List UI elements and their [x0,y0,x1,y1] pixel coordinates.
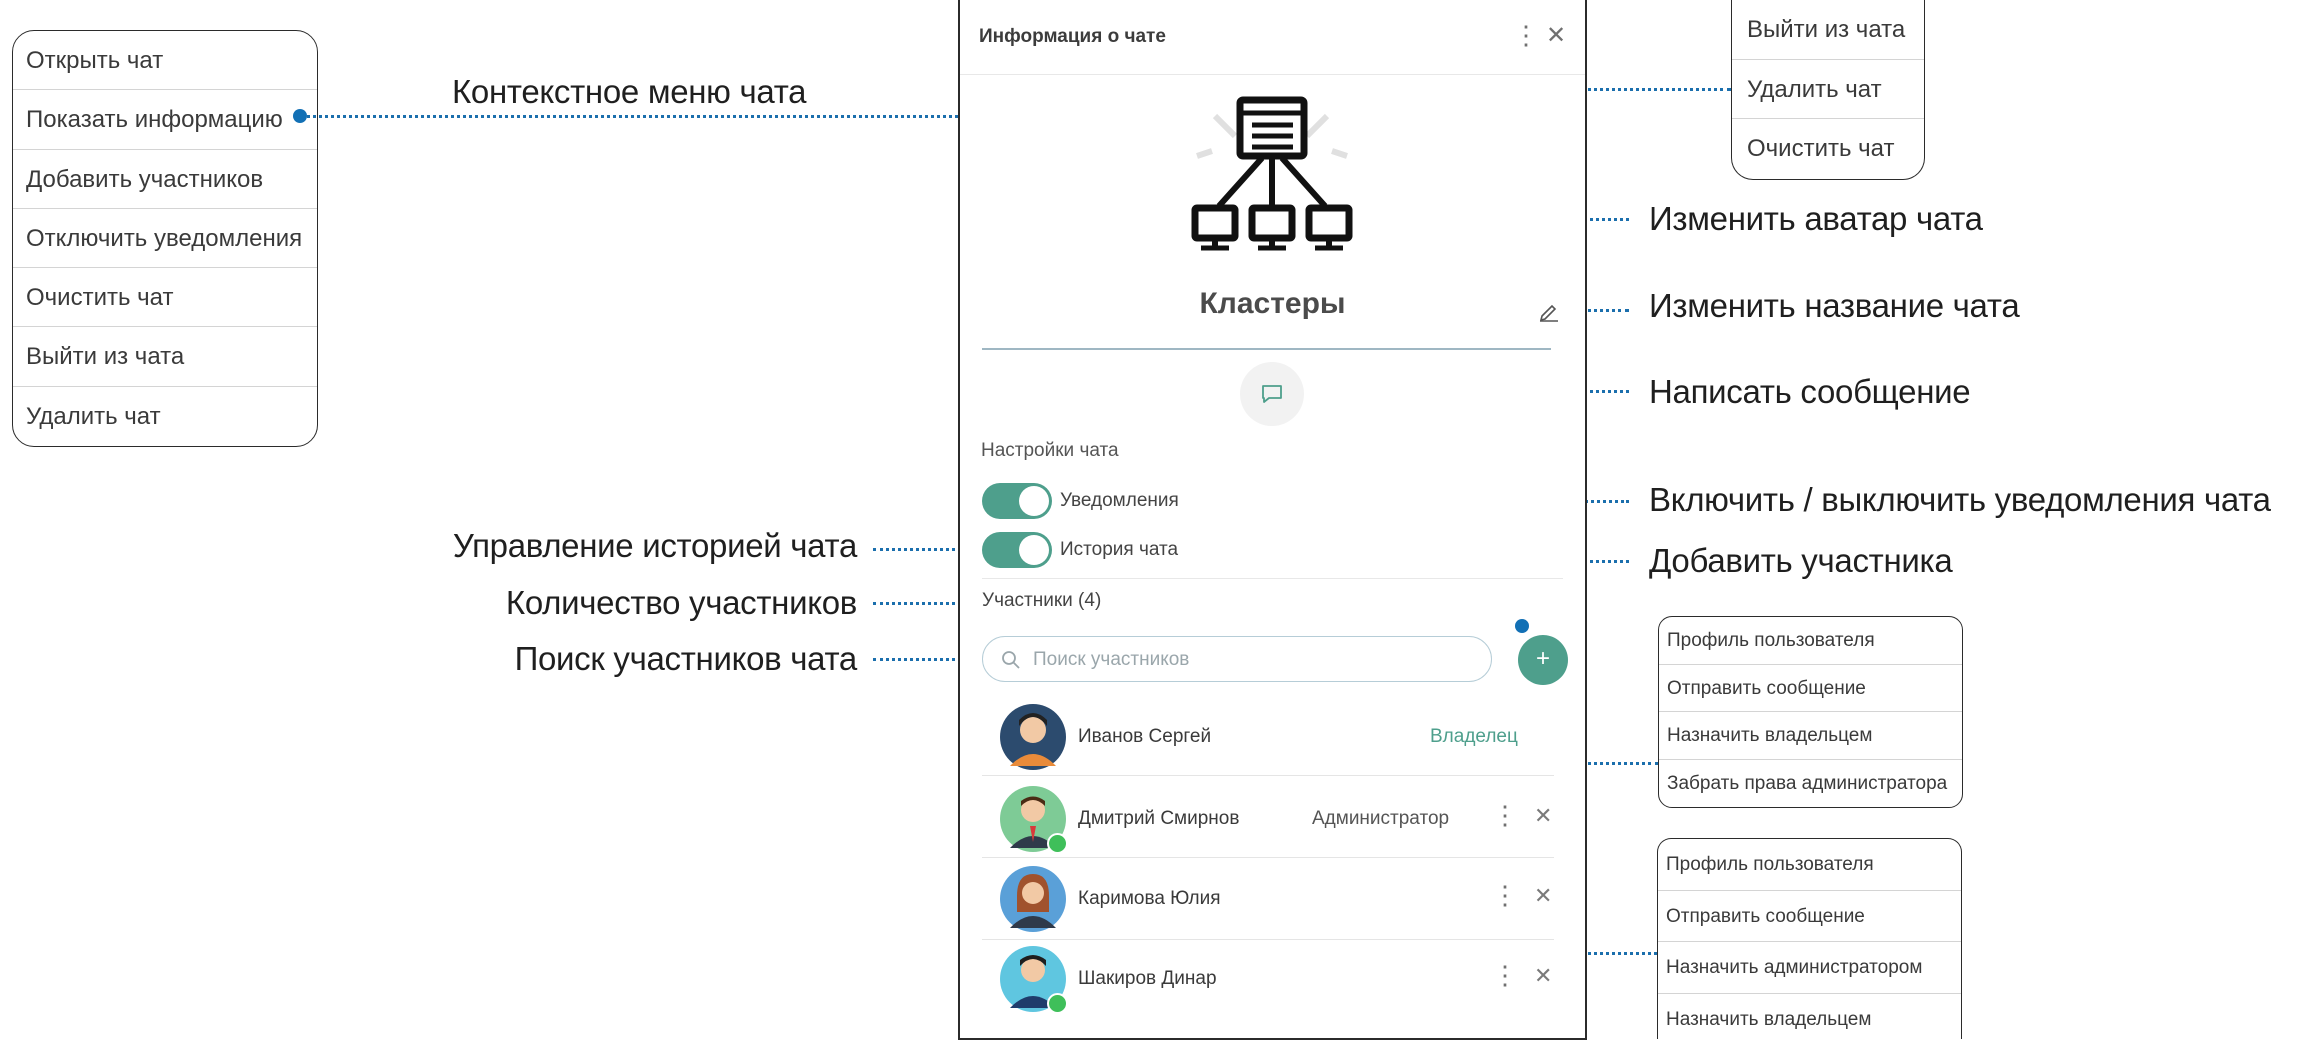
connector-search [873,658,968,661]
annotation-history: Управление историей чата [452,527,857,564]
history-toggle[interactable] [982,532,1052,568]
member-menu-regular: Профиль пользователя Отправить сообщение… [1657,838,1962,1039]
menu-item-revoke-admin[interactable]: Забрать права администратора [1659,760,1962,808]
member-name: Дмитрий Смирнов [1078,808,1240,829]
settings-title: Настройки чата [981,440,1119,461]
history-label: История чата [1060,539,1179,560]
settings-divider [982,578,1563,579]
write-message-button[interactable] [1240,362,1304,426]
member-row[interactable]: Каримова Юлия ⋮ ✕ [982,860,1554,940]
menu-item-clear-chat[interactable]: Очистить чат [13,268,317,328]
chat-info-panel: Информация о чате ⋮ ✕ Кластеры Настройки… [958,0,1587,1040]
annotation-change-avatar: Изменить аватар чата [1649,200,1983,237]
member-name: Каримова Юлия [1078,888,1221,909]
menu-item-mute[interactable]: Отключить уведомления [13,209,317,269]
remove-member-icon[interactable]: ✕ [1534,963,1552,989]
avatar [1000,866,1066,932]
connector-dot [293,109,307,123]
avatar [1000,704,1066,770]
chat-context-menu: Открыть чат Показать информацию Добавить… [12,30,318,448]
chat-actions-menu: Выйти из чата Удалить чат Очистить чат [1731,0,1925,180]
kebab-menu-icon[interactable]: ⋮ [1492,800,1518,831]
notifications-toggle[interactable] [982,483,1052,519]
annotation-add-member: Добавить участника [1649,542,1953,579]
chat-name-underline [982,348,1551,350]
member-row[interactable]: Шакиров Динар ⋮ ✕ [982,940,1554,1020]
member-menu-admin: Профиль пользователя Отправить сообщение… [1658,616,1963,808]
kebab-menu-icon[interactable]: ⋮ [1513,22,1539,48]
add-member-button[interactable]: + [1518,635,1568,685]
member-name: Шакиров Динар [1078,968,1217,989]
menu-item-show-info[interactable]: Показать информацию [13,90,317,150]
notifications-label: Уведомления [1060,490,1179,511]
remove-member-icon[interactable]: ✕ [1534,883,1552,909]
remove-member-icon[interactable]: ✕ [1534,803,1552,829]
menu-item-send-message[interactable]: Отправить сообщение [1658,891,1961,942]
menu-item-add-members[interactable]: Добавить участников [13,150,317,209]
connector-members-count [873,602,968,605]
menu-item-make-owner[interactable]: Назначить владельцем [1658,994,1961,1040]
online-indicator [1047,993,1068,1014]
search-icon [1002,651,1020,669]
annotation-toggle-notifications: Включить / выключить уведомления чата [1649,481,2271,518]
connector-history [873,548,968,551]
menu-item-clear-chat[interactable]: Очистить чат [1732,119,1924,179]
kebab-menu-icon[interactable]: ⋮ [1492,960,1518,991]
chat-bubble-icon [1262,385,1282,403]
menu-item-delete-chat[interactable]: Удалить чат [1732,60,1924,120]
annotation-write-message: Написать сообщение [1649,373,1971,410]
menu-item-make-admin[interactable]: Назначить администратором [1658,942,1961,994]
menu-item-user-profile[interactable]: Профиль пользователя [1659,617,1962,665]
menu-item-user-profile[interactable]: Профиль пользователя [1658,839,1961,891]
header-divider [960,74,1585,75]
member-role: Владелец [1430,726,1518,747]
chat-name: Кластеры [1199,287,1346,320]
kebab-menu-icon[interactable]: ⋮ [1492,880,1518,911]
chat-avatar-cluster-icon[interactable] [1187,96,1357,256]
menu-item-make-owner[interactable]: Назначить владельцем [1659,712,1962,760]
panel-title: Информация о чате [979,26,1166,47]
members-count-label: Участники (4) [982,590,1102,611]
connector-context-menu [300,115,958,118]
pencil-icon[interactable] [1538,300,1560,322]
annotation-members-count: Количество участников [505,584,857,621]
member-row[interactable]: Иванов Сергей Владелец [982,696,1554,776]
avatar [1000,786,1068,854]
connector-dot [1515,619,1529,633]
close-icon[interactable]: ✕ [1546,24,1566,48]
annotation-rename: Изменить название чата [1649,287,2020,324]
member-search[interactable]: Поиск участников [982,636,1492,682]
member-row[interactable]: Дмитрий Смирнов Администратор ⋮ ✕ [982,778,1554,858]
member-name: Иванов Сергей [1078,726,1212,747]
menu-item-delete-chat[interactable]: Удалить чат [13,387,317,446]
member-role: Администратор [1312,808,1450,829]
online-indicator [1047,833,1068,854]
annotation-search-members: Поиск участников чата [514,640,858,677]
annotation-context-menu: Контекстное меню чата [452,73,807,110]
search-input[interactable]: Поиск участников [1033,649,1189,671]
menu-item-open-chat[interactable]: Открыть чат [13,31,317,91]
menu-item-leave-chat[interactable]: Выйти из чата [13,327,317,387]
menu-item-leave-chat[interactable]: Выйти из чата [1732,0,1924,60]
avatar [1000,946,1068,1014]
menu-item-send-message[interactable]: Отправить сообщение [1659,665,1962,712]
